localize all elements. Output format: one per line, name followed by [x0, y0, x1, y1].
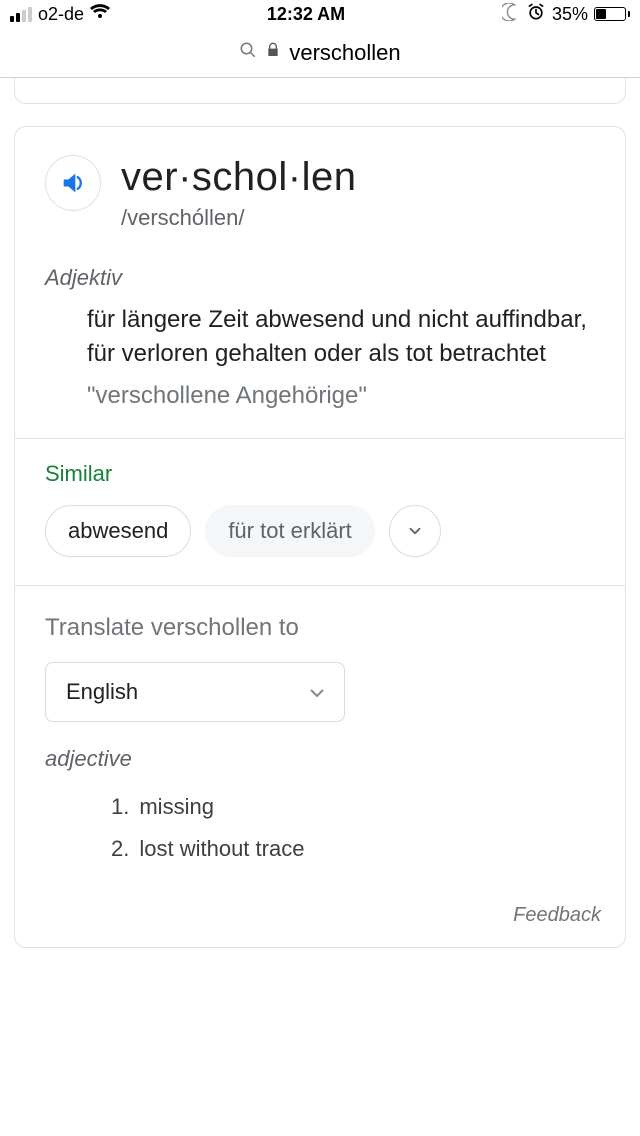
example-text: "verschollene Angehörige"	[15, 376, 625, 438]
browser-address-bar[interactable]: verschollen	[0, 28, 640, 78]
previous-card-edge	[14, 78, 626, 104]
similar-chip[interactable]: abwesend	[45, 505, 191, 557]
definition-text: für längere Zeit abwesend und nicht auff…	[15, 303, 625, 376]
list-item: 2. lost without trace	[111, 828, 595, 870]
translation-list: 1. missing 2. lost without trace	[15, 786, 625, 886]
caret-down-icon	[310, 679, 324, 705]
address-text: verschollen	[289, 40, 400, 66]
list-number: 2.	[111, 828, 129, 870]
list-item: 1. missing	[111, 786, 595, 828]
feedback-link[interactable]: Feedback	[15, 886, 625, 947]
similar-chips: abwesend für tot erklärt	[15, 505, 625, 585]
battery-percent: 35%	[552, 4, 588, 25]
translate-label: Translate verschollen to	[15, 586, 625, 662]
similar-label: Similar	[15, 439, 625, 505]
similar-chip: für tot erklärt	[205, 505, 374, 557]
alarm-icon	[526, 2, 546, 27]
carrier-label: o2-de	[38, 4, 84, 25]
moon-icon	[502, 3, 520, 26]
pronounce-button[interactable]	[45, 155, 101, 211]
cellular-signal-icon	[10, 7, 32, 22]
pronunciation: /verschóllen/	[121, 205, 356, 231]
list-number: 1.	[111, 786, 129, 828]
headword: ver·schol·len	[121, 155, 356, 199]
wifi-icon	[90, 4, 110, 25]
selected-language: English	[66, 679, 138, 705]
status-bar: o2-de 12:32 AM 35%	[0, 0, 640, 28]
speaker-icon	[59, 169, 87, 197]
lock-icon	[265, 41, 281, 65]
battery-icon	[594, 7, 630, 21]
clock: 12:32 AM	[267, 4, 345, 25]
translation-text: missing	[139, 786, 214, 828]
expand-similar-button[interactable]	[389, 505, 441, 557]
chevron-down-icon	[406, 522, 424, 540]
part-of-speech: Adjektiv	[15, 239, 625, 303]
dictionary-card: ver·schol·len /verschóllen/ Adjektiv für…	[14, 126, 626, 948]
translation-text: lost without trace	[139, 828, 304, 870]
translation-pos: adjective	[15, 742, 625, 786]
search-icon	[239, 41, 257, 65]
translate-language-select[interactable]: English	[45, 662, 345, 722]
